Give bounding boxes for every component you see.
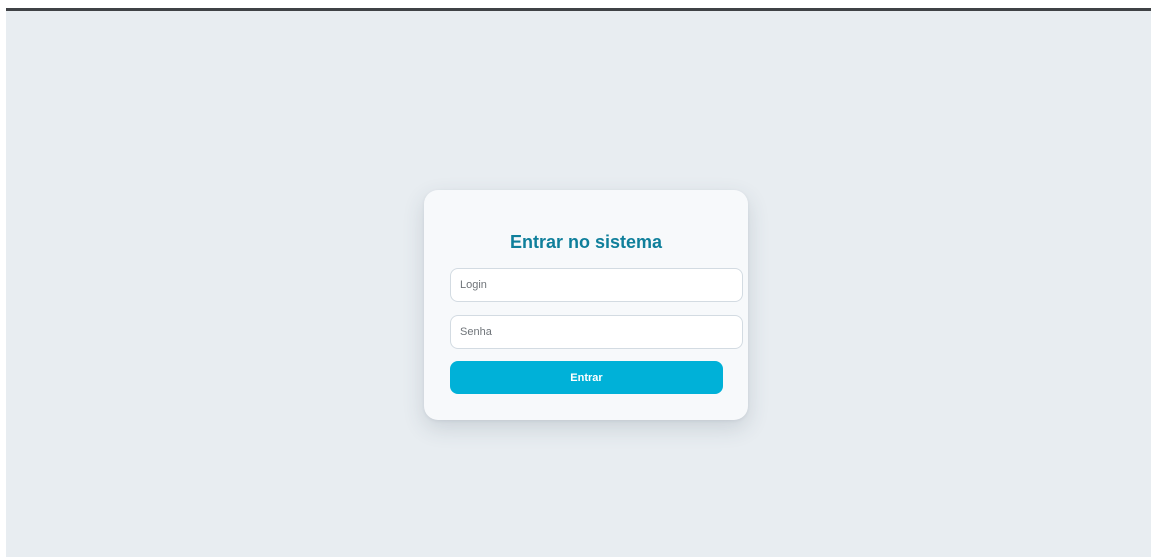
login-input[interactable] <box>450 268 743 302</box>
password-input[interactable] <box>450 315 743 349</box>
page-background: Entrar no sistema Entrar <box>6 11 1151 557</box>
login-title: Entrar no sistema <box>509 232 663 252</box>
submit-button[interactable]: Entrar <box>450 361 723 394</box>
login-card: Entrar no sistema Entrar <box>424 190 748 420</box>
